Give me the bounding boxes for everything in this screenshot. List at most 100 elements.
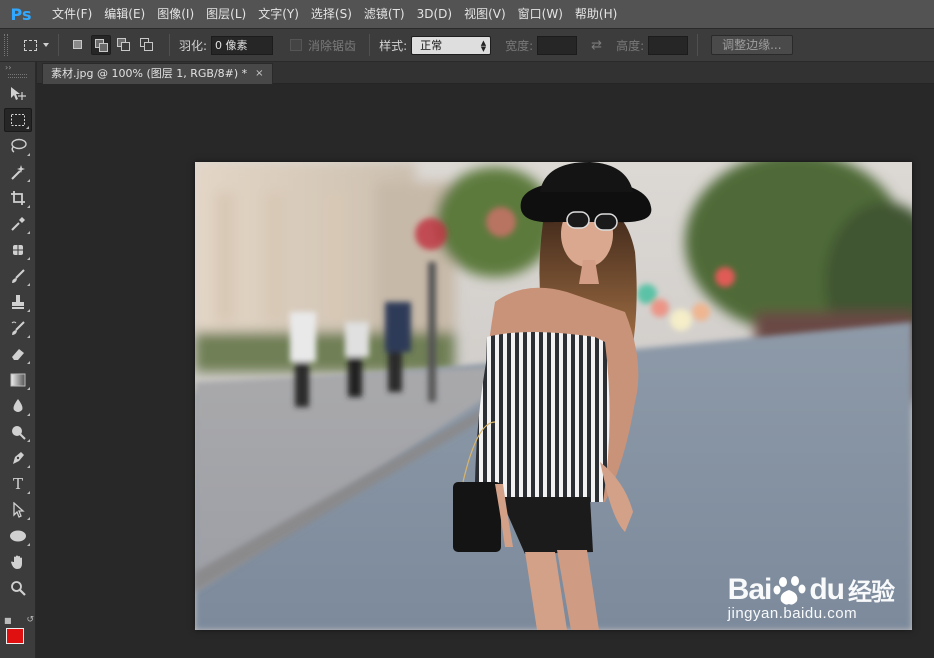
tool-preset-picker[interactable] bbox=[24, 39, 49, 51]
street-fashion-photo bbox=[195, 162, 912, 630]
new-selection-button[interactable] bbox=[68, 35, 88, 55]
gradient-tool[interactable] bbox=[4, 368, 32, 392]
watermark-url: jingyan.baidu.com bbox=[727, 605, 858, 622]
menu-file[interactable]: 文件(F) bbox=[46, 0, 98, 28]
dodge-icon bbox=[12, 426, 26, 440]
foreground-color-swatch[interactable] bbox=[6, 628, 24, 644]
rectangular-marquee-tool[interactable] bbox=[4, 108, 32, 132]
blur-tool[interactable] bbox=[4, 394, 32, 418]
menu-layer[interactable]: 图层(L) bbox=[200, 0, 252, 28]
menu-filter[interactable]: 滤镜(T) bbox=[358, 0, 411, 28]
brush-icon bbox=[12, 269, 25, 283]
canvas-area[interactable]: Bai du 经验 jingyan.baidu.com bbox=[37, 84, 934, 658]
baidu-paw-icon bbox=[773, 575, 806, 605]
path-selection-tool[interactable] bbox=[4, 498, 32, 522]
zoom-tool[interactable] bbox=[4, 576, 32, 600]
color-swatches: ■ ↺ bbox=[4, 615, 34, 654]
watermark-brand-right: du bbox=[809, 572, 845, 606]
tool-group-indicator bbox=[27, 387, 30, 390]
document-image[interactable]: Bai du 经验 jingyan.baidu.com bbox=[195, 162, 912, 630]
magic-wand-icon bbox=[11, 165, 25, 180]
ellipse-icon bbox=[10, 530, 26, 542]
photoshop-logo[interactable]: Ps bbox=[6, 3, 36, 25]
intersect-selection-button[interactable] bbox=[137, 35, 157, 55]
menu-edit[interactable]: 编辑(E) bbox=[98, 0, 151, 28]
tool-group-indicator bbox=[27, 309, 30, 312]
menu-type[interactable]: 文字(Y) bbox=[252, 0, 305, 28]
subtract-from-selection-button[interactable] bbox=[114, 35, 134, 55]
spot-healing-brush-tool[interactable] bbox=[4, 238, 32, 262]
tool-group-indicator bbox=[27, 439, 30, 442]
collapse-panel-icon[interactable]: ›› bbox=[0, 62, 35, 74]
tool-group-indicator bbox=[27, 283, 30, 286]
stamp-icon bbox=[12, 295, 24, 309]
document-tab-title: 素材.jpg @ 100% (图层 1, RGB/8#) * bbox=[51, 67, 248, 80]
width-label: 宽度: bbox=[505, 38, 534, 53]
options-bar-grip[interactable] bbox=[4, 34, 8, 56]
gradient-icon bbox=[10, 373, 26, 387]
tools-panel-grip[interactable] bbox=[8, 74, 27, 78]
rectangular-marquee-icon bbox=[24, 39, 37, 51]
divider bbox=[58, 34, 59, 56]
height-input[interactable] bbox=[648, 35, 689, 55]
tool-group-indicator bbox=[26, 126, 29, 129]
swap-colors-icon[interactable]: ↺ bbox=[26, 615, 34, 625]
antialias-checkbox[interactable] bbox=[290, 39, 303, 51]
move-icon bbox=[11, 87, 26, 100]
divider bbox=[697, 34, 699, 56]
menu-image[interactable]: 图像(I) bbox=[151, 0, 200, 28]
clone-stamp-tool[interactable] bbox=[4, 290, 32, 314]
style-select-value: 正常 bbox=[420, 38, 443, 52]
crop-icon bbox=[11, 191, 25, 205]
tool-group-indicator bbox=[27, 179, 30, 182]
default-colors-icon[interactable]: ■ bbox=[4, 616, 12, 625]
type-tool[interactable]: T bbox=[4, 472, 32, 496]
style-select[interactable]: 正常 ▲ ▼ bbox=[411, 35, 492, 55]
style-label: 样式: bbox=[379, 38, 408, 53]
height-label: 高度: bbox=[616, 38, 645, 53]
subtract-selection-icon-2 bbox=[121, 42, 130, 51]
divider bbox=[281, 34, 282, 56]
history-brush-tool[interactable] bbox=[4, 316, 32, 340]
tool-group-indicator bbox=[27, 465, 30, 468]
add-to-selection-button[interactable] bbox=[91, 35, 111, 55]
document-tab[interactable]: 素材.jpg @ 100% (图层 1, RGB/8#) * × bbox=[42, 63, 273, 84]
hand-tool[interactable] bbox=[4, 550, 32, 574]
eraser-tool[interactable] bbox=[4, 342, 32, 366]
tool-group-indicator bbox=[27, 413, 30, 416]
watermark-brand-cn: 经验 bbox=[848, 578, 895, 606]
history-brush-icon bbox=[11, 321, 25, 335]
eyedropper-tool[interactable] bbox=[4, 212, 32, 236]
move-tool[interactable] bbox=[4, 82, 32, 106]
menu-view[interactable]: 视图(V) bbox=[458, 0, 512, 28]
brush-tool[interactable] bbox=[4, 264, 32, 288]
divider bbox=[169, 34, 170, 56]
close-icon[interactable]: × bbox=[255, 64, 263, 84]
menu-3d[interactable]: 3D(D) bbox=[411, 0, 458, 28]
dodge-tool[interactable] bbox=[4, 420, 32, 444]
width-input[interactable] bbox=[537, 35, 578, 55]
tool-group-indicator bbox=[27, 257, 30, 260]
tool-group-indicator bbox=[27, 335, 30, 338]
menu-window[interactable]: 窗口(W) bbox=[512, 0, 569, 28]
ellipse-tool[interactable] bbox=[4, 524, 32, 548]
crop-tool[interactable] bbox=[4, 186, 32, 210]
chevron-down-icon bbox=[43, 43, 49, 47]
healing-brush-icon bbox=[11, 243, 25, 257]
refine-edge-button[interactable]: 调整边缘... bbox=[711, 35, 793, 55]
lasso-tool[interactable] bbox=[4, 134, 32, 158]
menu-help[interactable]: 帮助(H) bbox=[569, 0, 623, 28]
menu-select[interactable]: 选择(S) bbox=[305, 0, 358, 28]
pen-icon bbox=[13, 452, 24, 464]
marquee-icon bbox=[11, 114, 25, 126]
feather-input[interactable]: 0 像素 bbox=[211, 35, 274, 55]
pen-tool[interactable] bbox=[4, 446, 32, 470]
tool-group-indicator bbox=[27, 517, 30, 520]
select-arrows-icon: ▲ ▼ bbox=[480, 38, 487, 53]
intersect-selection-icon-2 bbox=[144, 42, 153, 51]
eraser-icon bbox=[12, 349, 24, 360]
magic-wand-tool[interactable] bbox=[4, 160, 32, 184]
lasso-icon bbox=[11, 138, 27, 153]
tool-group-indicator bbox=[27, 153, 30, 156]
swap-dimensions-icon[interactable]: ⇄ bbox=[591, 38, 602, 53]
